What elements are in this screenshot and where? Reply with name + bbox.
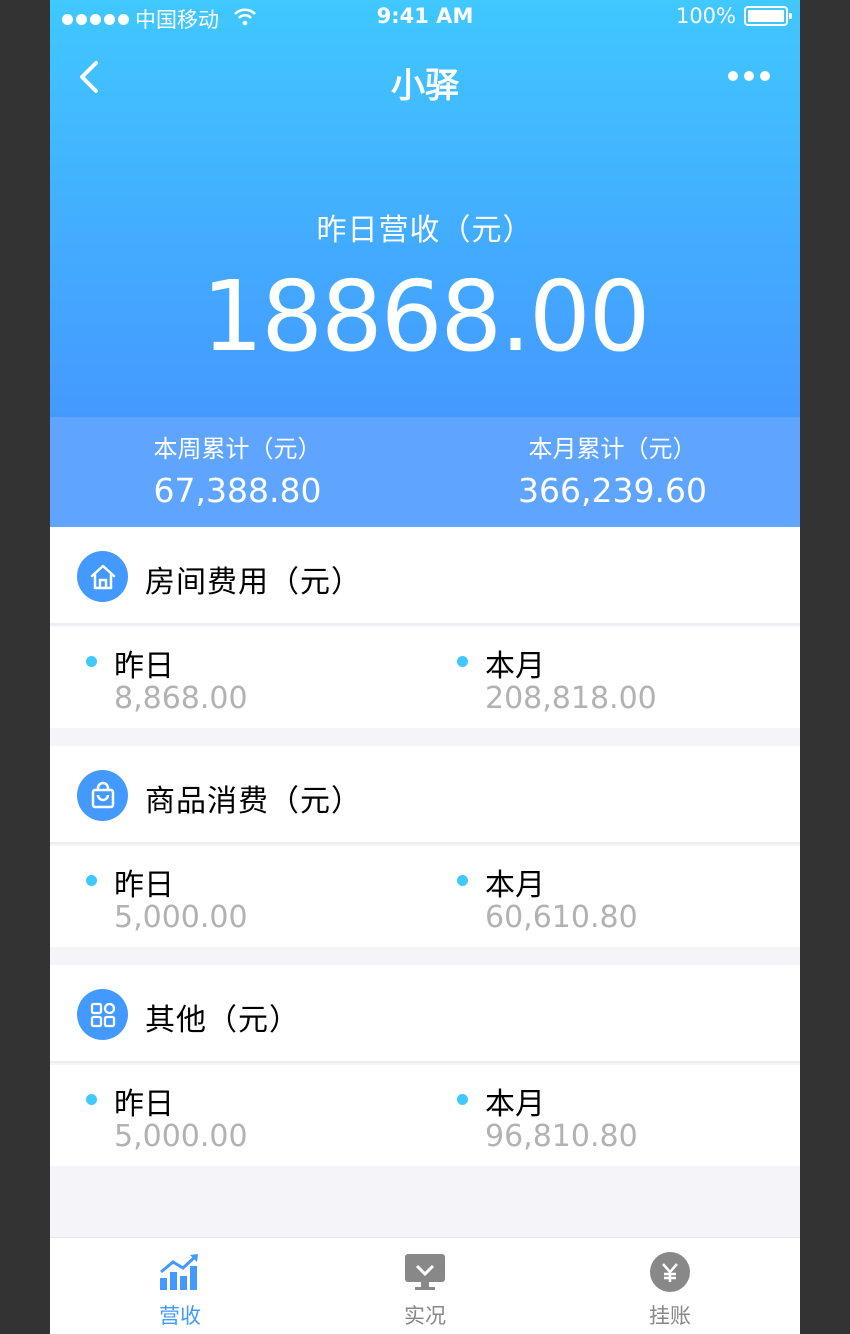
bullet-dot: [457, 1094, 468, 1105]
tab-label: 实况: [404, 1304, 446, 1328]
bullet-dot: [86, 875, 97, 886]
more-button[interactable]: [728, 71, 770, 81]
tab-label: 挂账: [649, 1304, 691, 1328]
section-header-room-fees[interactable]: 房间费用（元）: [50, 527, 800, 625]
battery-percent: 100%: [675, 4, 736, 28]
section-body-other: 昨日 5,000.00 本月 96,810.80: [50, 1065, 800, 1166]
apps-grid-icon: [77, 989, 128, 1040]
tab-live[interactable]: 实况: [375, 1250, 475, 1330]
section-body-goods: 昨日 5,000.00 本月 60,610.80: [50, 846, 800, 947]
section-title: 房间费用（元）: [145, 565, 362, 600]
more-dot: [728, 71, 738, 81]
week-total: 本周累计（元） 67,388.80: [50, 431, 425, 515]
nav-bar: 小驿: [50, 40, 800, 114]
section-header-other[interactable]: 其他（元）: [50, 965, 800, 1063]
section-title: 商品消费（元）: [145, 784, 362, 819]
stat-value: 8,868.00: [114, 681, 248, 716]
bullet-dot: [86, 656, 97, 667]
battery-status: 100%: [675, 4, 792, 28]
week-total-label: 本周累计（元）: [153, 435, 322, 463]
revenue-summary: 本周累计（元） 67,388.80 本月累计（元） 366,239.60: [50, 417, 800, 527]
stat-label: 本月: [485, 868, 545, 903]
battery-icon: [744, 6, 792, 26]
page-title: 小驿: [391, 66, 459, 106]
home-icon: [77, 551, 128, 602]
stat-value: 96,810.80: [485, 1119, 638, 1154]
status-bar: 中国移动 9:41 AM 100%: [50, 0, 800, 34]
month-total: 本月累计（元） 366,239.60: [425, 431, 800, 515]
stat-value: 5,000.00: [114, 1119, 248, 1154]
yesterday-revenue-label: 昨日营收（元）: [316, 213, 534, 248]
phone-screen: 中国移动 9:41 AM 100% 小驿 昨日营收（元） 18868.00 本周…: [50, 0, 800, 1334]
bullet-dot: [457, 875, 468, 886]
month-total-label: 本月累计（元）: [528, 435, 697, 463]
tab-revenue[interactable]: 营收: [130, 1250, 230, 1330]
stat-label: 本月: [485, 1087, 545, 1122]
section-title: 其他（元）: [145, 1003, 300, 1038]
stat-value: 208,818.00: [485, 681, 657, 716]
stat-value: 5,000.00: [114, 900, 248, 935]
bullet-dot: [457, 656, 468, 667]
month-total-value: 366,239.60: [518, 471, 707, 510]
yesterday-revenue-amount: 18868.00: [201, 260, 651, 373]
tab-credit[interactable]: 挂账: [620, 1250, 720, 1330]
tab-label: 营收: [159, 1304, 201, 1328]
week-total-value: 67,388.80: [153, 471, 322, 510]
section-body-room-fees: 昨日 8,868.00 本月 208,818.00: [50, 627, 800, 728]
bullet-dot: [86, 1094, 97, 1105]
stat-label: 本月: [485, 649, 545, 684]
monitor-icon: [375, 1250, 475, 1294]
revenue-header: 中国移动 9:41 AM 100% 小驿 昨日营收（元） 18868.00: [50, 0, 800, 417]
more-dot: [744, 71, 754, 81]
revenue-chart-icon: [130, 1250, 230, 1294]
coin-icon: [620, 1250, 720, 1294]
shopping-bag-icon: [77, 770, 128, 821]
stat-label: 昨日: [114, 868, 174, 903]
more-dot: [760, 71, 770, 81]
stat-label: 昨日: [114, 1087, 174, 1122]
stat-label: 昨日: [114, 649, 174, 684]
tab-bar: 营收 实况 挂账: [50, 1237, 800, 1334]
stat-value: 60,610.80: [485, 900, 638, 935]
section-header-goods[interactable]: 商品消费（元）: [50, 746, 800, 844]
